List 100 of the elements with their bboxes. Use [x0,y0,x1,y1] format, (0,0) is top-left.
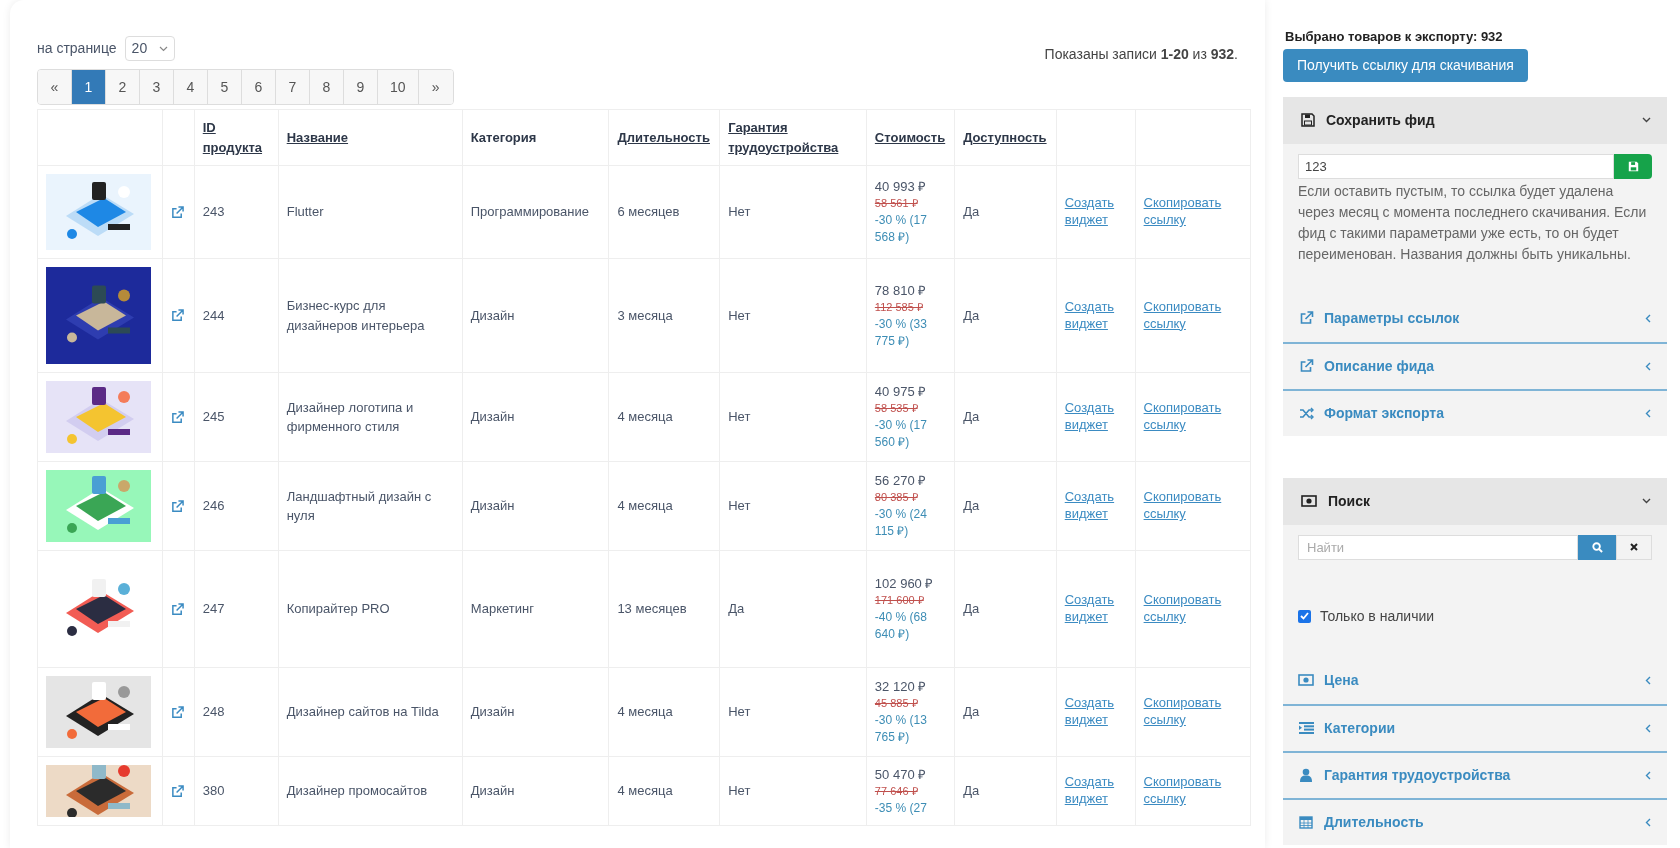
save-button[interactable] [1614,153,1652,179]
section-title: Описание фида [1324,356,1434,376]
product-name: Дизайнер логотипа и фирменного стиля [286,399,414,434]
discount: -40 % (68 640 ₽) [874,609,928,643]
product-id: 244 [202,307,225,323]
section-title: Категории [1324,718,1396,738]
chevron-left-icon [1645,313,1651,323]
panel-title: Сохранить фид [1326,110,1435,130]
chevron-down-icon [1642,498,1651,504]
product-duration: 6 месяцев [617,204,680,220]
panel-title: Поиск [1328,491,1370,511]
product-availability: Да [963,204,980,220]
product-availability: Да [963,704,980,720]
price: 40 975 ₽ [874,383,928,400]
chevron-left-icon [1645,408,1651,418]
section-title: Формат экспорта [1324,403,1444,423]
product-name: Бизнес-курс для дизайнеров интерьера [286,298,425,333]
product-id: 243 [202,204,225,220]
discount: -30 % (24 115 ₽) [874,506,928,540]
banknote-icon [1298,674,1314,686]
search-icon [1591,541,1603,553]
price: 102 960 ₽ [874,575,935,592]
old-price: 45 885 ₽ [874,696,919,711]
price: 32 120 ₽ [874,678,928,695]
discount: -30 % (17 568 ₽) [874,212,928,246]
price: 78 810 ₽ [874,281,928,299]
price: 40 993 ₽ [874,178,928,195]
page-button[interactable]: 2 [106,70,140,104]
price: 56 270 ₽ [874,472,928,489]
external-link-icon[interactable] [171,499,185,513]
product-id: 245 [202,409,225,425]
section-title: Цена [1324,670,1359,690]
product-id: 380 [202,783,225,799]
chevron-left-icon [1645,361,1651,371]
product-guarantee: Да [728,601,745,617]
product-name: Копирайтер PRO [286,601,390,617]
search-button[interactable] [1578,534,1616,560]
product-guarantee: Нет [728,307,751,323]
product-duration: 4 месяца [617,498,673,514]
column-sort-link[interactable]: Название [286,127,349,148]
panel-header[interactable]: Поиск [1283,477,1667,525]
per-page-label: на странице [37,39,117,58]
external-link-icon[interactable] [171,309,185,322]
product-availability: Да [963,307,980,323]
page-button[interactable]: 1 [72,70,106,104]
column-header: Категория [470,128,537,147]
section-title: Гарантия трудоустройства [1324,765,1511,785]
shuffle-icon [1298,406,1314,420]
product-availability: Да [963,498,980,514]
product-category: Дизайн [470,704,515,720]
chevron-left-icon [1645,675,1651,685]
product-guarantee: Нет [728,204,751,220]
page-button[interactable]: 6 [242,70,276,104]
checkbox-label: Только в наличии [1320,606,1435,626]
external-link-icon[interactable] [171,784,185,798]
section-title: Длительность [1324,812,1424,832]
external-link-icon[interactable] [171,410,185,424]
product-category: Программирование [470,204,589,220]
product-guarantee: Нет [728,783,751,799]
external-link-icon[interactable] [171,602,185,616]
product-availability: Да [963,783,980,799]
page-button[interactable]: 4 [174,70,208,104]
get-download-link-button[interactable]: Получить ссылку для скачивания [1283,48,1528,82]
page-button[interactable]: « [38,70,72,104]
records-summary: Показаны записи 1-20 из 932. [1044,45,1238,64]
page-button[interactable]: 8 [310,70,344,104]
product-name: Дизайнер промосайтов [286,783,428,799]
product-guarantee: Нет [728,409,751,425]
discount: -30 % (13 765 ₽) [874,712,928,746]
feed-name-input[interactable]: 123 [1298,153,1614,179]
page-button[interactable]: 3 [140,70,174,104]
per-page-select[interactable]: 20 [124,36,176,61]
checkbox[interactable] [1298,609,1311,623]
banknote-icon [1301,495,1317,507]
chevron-left-icon [1645,723,1651,733]
export-count: Выбрано товаров к экспорту: 932 [1284,28,1504,46]
product-availability: Да [963,409,980,425]
old-price: 77 646 ₽ [874,783,919,799]
caret-icon [159,45,169,52]
page-button[interactable]: 10 [378,70,419,104]
chevron-left-icon [1645,817,1651,827]
external-link-icon[interactable] [171,705,185,719]
page-button[interactable]: 5 [208,70,242,104]
save-icon [1301,113,1315,127]
external-link-icon[interactable] [171,205,185,219]
page-button[interactable]: » [418,70,453,104]
product-category: Дизайн [470,307,515,323]
old-price: 112 585 ₽ [874,299,924,315]
page-button[interactable]: 9 [344,70,378,104]
product-id: 246 [202,498,225,514]
product-duration: 4 месяца [617,409,673,425]
search-field[interactable]: Найти [1298,534,1578,560]
product-id: 247 [202,601,225,617]
discount: -30 % (17 560 ₽) [874,417,928,451]
save-icon [1627,160,1639,172]
panel-header[interactable]: Сохранить фид [1283,96,1667,144]
page-button[interactable]: 7 [276,70,310,104]
clear-button[interactable] [1616,534,1652,560]
product-category: Дизайн [470,498,515,514]
product-name: Дизайнер сайтов на Tilda [286,704,439,720]
